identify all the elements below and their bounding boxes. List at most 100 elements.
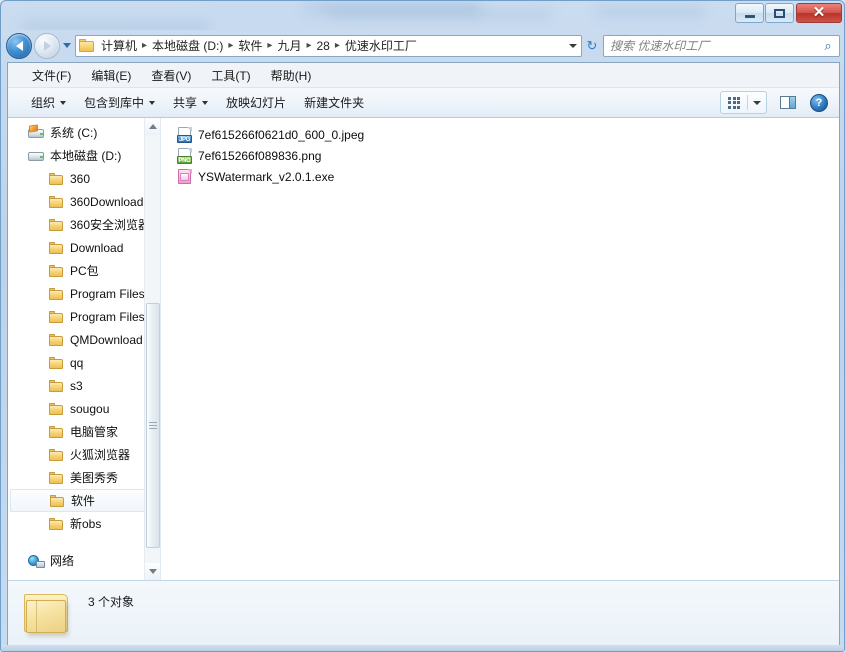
minimize-icon	[744, 15, 755, 18]
wallpaper-blur-artifact	[596, 7, 706, 16]
folder-icon	[48, 286, 65, 302]
tree-item[interactable]: 系统 (C:)	[8, 121, 148, 144]
breadcrumb-item[interactable]: 九月	[273, 36, 305, 56]
address-dropdown-button[interactable]	[565, 43, 581, 48]
folder-icon	[48, 217, 65, 233]
breadcrumb-separator: ▸	[334, 40, 340, 51]
toolbar-button[interactable]: 包含到库中	[75, 90, 164, 115]
tree-item[interactable]: 新obs	[8, 512, 148, 535]
title-bar: ✕	[1, 1, 844, 30]
file-list-item[interactable]: JPG 7ef615266f0621d0_600_0.jpeg	[169, 124, 839, 145]
help-button[interactable]: ?	[807, 92, 831, 113]
file-list-item[interactable]: YSWatermark_v2.0.1.exe	[169, 166, 839, 187]
menu-item[interactable]: 工具(T)	[201, 64, 260, 87]
toolbar-button[interactable]: 组织	[22, 90, 75, 115]
menu-item[interactable]: 编辑(E)	[81, 64, 141, 87]
menu-item[interactable]: 帮助(H)	[261, 64, 322, 87]
folder-preview-icon	[20, 591, 72, 637]
tree-item[interactable]: 电脑管家	[8, 420, 148, 443]
tree-item-label: sougou	[70, 401, 110, 416]
tree-item[interactable]: 360	[8, 167, 148, 190]
recent-locations-button[interactable]	[60, 35, 73, 57]
tree-item-label: 360Download	[70, 194, 144, 209]
tree-item[interactable]: QMDownload	[8, 328, 148, 351]
tree-item[interactable]: Program Files	[8, 305, 148, 328]
tree-item-label: QMDownload	[70, 332, 143, 347]
breadcrumb-separator: ▸	[228, 40, 234, 51]
search-box[interactable]: ⌕	[603, 34, 840, 57]
preview-pane-icon	[780, 96, 796, 109]
tree-item[interactable]: Program Files	[8, 282, 148, 305]
tree-item[interactable]: 火狐浏览器	[8, 443, 148, 466]
folder-icon	[48, 401, 65, 417]
tree-item[interactable]: s3	[8, 374, 148, 397]
breadcrumb-separator: ▸	[142, 40, 148, 51]
tree-item[interactable]: PC包	[8, 259, 148, 282]
tree-item[interactable]: 360安全浏览器	[8, 213, 148, 236]
folder-icon	[48, 171, 65, 187]
application-file-icon	[177, 168, 193, 185]
tree-item[interactable]: Download	[8, 236, 148, 259]
refresh-button[interactable]: ↻	[582, 35, 602, 57]
breadcrumb-item[interactable]: 软件	[234, 36, 266, 56]
wallpaper-blur-artifact	[201, 1, 321, 23]
drive-system-icon	[28, 123, 45, 141]
tree-item-label: s3	[70, 378, 83, 393]
drive-icon	[28, 148, 45, 164]
menu-item[interactable]: 查看(V)	[141, 64, 201, 87]
menu-bar: 文件(F) 编辑(E) 查看(V) 工具(T) 帮助(H)	[8, 63, 839, 88]
file-name-label: 7ef615266f0621d0_600_0.jpeg	[198, 127, 365, 142]
back-button[interactable]	[6, 32, 32, 59]
tree-item[interactable]: sougou	[8, 397, 148, 420]
change-view-button[interactable]	[721, 93, 747, 112]
command-toolbar: 组织 包含到库中 共享 放映幻灯片 新建文件夹 ?	[8, 88, 839, 118]
toolbar-button[interactable]: 共享	[164, 90, 217, 115]
close-button[interactable]: ✕	[796, 3, 842, 23]
view-dropdown-button[interactable]	[748, 93, 766, 112]
preview-pane-button[interactable]	[775, 92, 801, 113]
tree-item-label: 软件	[71, 494, 96, 508]
breadcrumb-item[interactable]: 计算机	[97, 36, 141, 56]
tree-item-label: 系统 (C:)	[50, 126, 98, 140]
scroll-up-button[interactable]	[145, 118, 160, 135]
forward-button[interactable]	[34, 32, 60, 59]
address-bar[interactable]: 计算机 ▸ 本地磁盘 (D:) ▸ 软件 ▸ 九月 ▸ 28 ▸ 优速水印工厂	[75, 34, 582, 57]
tree-item[interactable]: 网络	[8, 549, 148, 572]
search-icon[interactable]: ⌕	[817, 38, 839, 54]
tree-item-label: 360	[70, 171, 91, 186]
chevron-down-icon	[569, 43, 577, 48]
tree-item-label: PC包	[70, 264, 99, 278]
tree-item[interactable]: qq	[8, 351, 148, 374]
chevron-down-icon	[149, 100, 156, 105]
scrollbar-thumb[interactable]	[146, 303, 160, 548]
tree-item[interactable]: 360Download	[8, 190, 148, 213]
view-grid-icon	[728, 96, 740, 109]
tree-item-label: 火狐浏览器	[70, 448, 131, 462]
scroll-down-button[interactable]	[145, 563, 160, 580]
search-input[interactable]	[604, 37, 817, 54]
chevron-up-icon	[149, 124, 157, 129]
toolbar-button-label: 包含到库中	[84, 96, 145, 110]
breadcrumb-item[interactable]: 本地磁盘 (D:)	[148, 36, 227, 56]
breadcrumb-separator: ▸	[306, 40, 312, 51]
chevron-down-icon	[62, 43, 71, 48]
breadcrumb: 计算机 ▸ 本地磁盘 (D:) ▸ 软件 ▸ 九月 ▸ 28 ▸ 优速水印工厂	[97, 36, 421, 56]
file-list-item[interactable]: PNG 7ef615266f089836.png	[169, 145, 839, 166]
file-list-view[interactable]: JPG 7ef615266f0621d0_600_0.jpeg PNG 7ef6152…	[161, 118, 839, 580]
maximize-button[interactable]	[765, 3, 794, 23]
folder-icon	[48, 240, 65, 256]
toolbar-button[interactable]: 放映幻灯片	[217, 90, 295, 115]
breadcrumb-item[interactable]: 28	[313, 37, 334, 55]
minimize-button[interactable]	[735, 3, 764, 23]
tree-item[interactable]: 本地磁盘 (D:)	[8, 144, 148, 167]
navigation-pane-scrollbar[interactable]	[144, 118, 160, 580]
navigation-bar: 计算机▸本地磁盘 (D:)▸软件▸九月▸28▸优速水印工厂 ↻ ⌕	[1, 30, 844, 61]
menu-item[interactable]: 文件(F)	[22, 64, 81, 87]
tree-item[interactable]: 美图秀秀	[8, 466, 148, 489]
folder-icon	[48, 355, 65, 371]
breadcrumb-item[interactable]: 优速水印工厂	[341, 36, 421, 56]
toolbar-button[interactable]: 新建文件夹	[295, 90, 373, 115]
navigation-pane: 系统 (C:) 本地磁盘 (D:) 360 360Download 360安全浏览器 Do…	[8, 118, 161, 580]
tree-item[interactable]: 软件	[10, 489, 158, 512]
